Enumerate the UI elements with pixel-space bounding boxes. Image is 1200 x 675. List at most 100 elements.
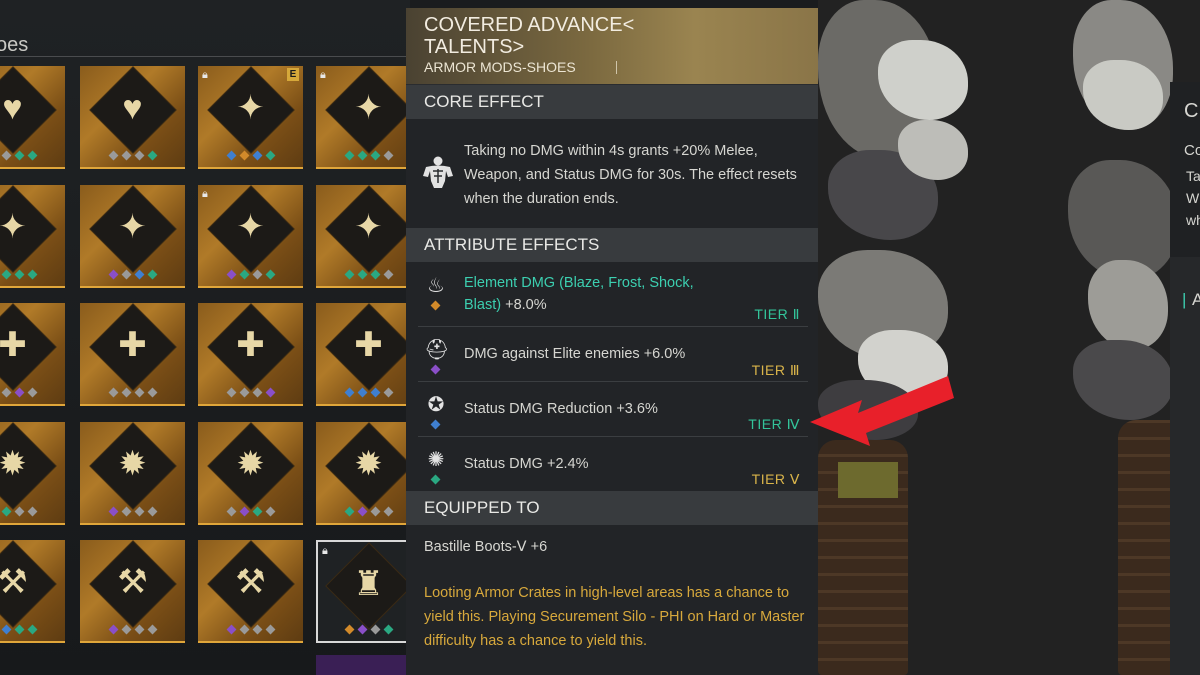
mod-tile[interactable]: ✹ bbox=[80, 422, 185, 525]
next-row-tile-peek[interactable] bbox=[316, 655, 410, 675]
mod-tile[interactable]: ✹ bbox=[0, 422, 65, 525]
equipped-to-value[interactable]: Bastille Boots-Ⅴ +6 bbox=[424, 539, 547, 555]
mod-emblem-icon: ♥ bbox=[2, 89, 23, 127]
gem-slot-icon bbox=[27, 387, 37, 398]
gem-slot-icon bbox=[252, 624, 262, 635]
lock-icon: 🔒︎ bbox=[322, 544, 328, 557]
gem-slots bbox=[316, 150, 410, 162]
gem-slot-icon bbox=[252, 506, 262, 517]
equipped-to-heading: EQUIPPED TO bbox=[406, 491, 818, 525]
gem-slot-icon bbox=[27, 150, 37, 161]
mod-tile[interactable]: ⚒ bbox=[0, 540, 65, 643]
attribute-text: Element DMG (Blaze, Frost, Shock, Blast)… bbox=[464, 275, 694, 313]
compare-section: A bbox=[1192, 290, 1200, 309]
gem-slot-icon bbox=[383, 506, 393, 517]
gem-slot-icon bbox=[108, 269, 118, 280]
mod-emblem-icon: ✦ bbox=[236, 89, 265, 127]
mod-emblem-icon: ✚ bbox=[354, 326, 383, 364]
gem-slot-icon bbox=[370, 387, 380, 398]
gem-slot-icon bbox=[1, 269, 11, 280]
gem-slot-icon bbox=[226, 506, 236, 517]
gem-slot-icon bbox=[357, 269, 367, 280]
gem-slot-icon bbox=[344, 624, 354, 635]
gem-slot-icon bbox=[344, 150, 354, 161]
gem-slot-icon bbox=[265, 387, 275, 398]
attribute-text: Status DMG +2.4% bbox=[464, 456, 589, 472]
gem-slot-icon bbox=[239, 624, 249, 635]
mod-tile[interactable]: ✦ bbox=[0, 185, 65, 288]
gem-slots bbox=[80, 269, 185, 281]
mod-emblem-icon: ✦ bbox=[354, 89, 383, 127]
mod-emblem-icon: ✚ bbox=[118, 326, 147, 364]
gem-slot-icon bbox=[121, 506, 131, 517]
lock-icon: 🔒︎ bbox=[202, 187, 208, 200]
gem-slots bbox=[0, 506, 65, 518]
mod-emblem-icon: ✚ bbox=[236, 326, 265, 364]
gem-slots bbox=[198, 269, 303, 281]
mod-tile[interactable]: ✦ bbox=[80, 185, 185, 288]
lock-icon: 🔒︎ bbox=[202, 68, 208, 81]
mod-emblem-icon: ✦ bbox=[236, 208, 265, 246]
row-divider bbox=[418, 381, 808, 382]
gem-slot-icon bbox=[147, 150, 157, 161]
mod-tile[interactable]: ♥ bbox=[80, 66, 185, 169]
mod-tile[interactable]: ✦ 🔒︎ bbox=[198, 185, 303, 288]
gem-slot-icon bbox=[383, 387, 393, 398]
compare-section-marker: | bbox=[1182, 290, 1187, 309]
gem-slot-icon bbox=[265, 506, 275, 517]
gem-slot-icon bbox=[108, 506, 118, 517]
mod-emblem-icon: ✹ bbox=[354, 445, 383, 483]
mod-tile[interactable]: ♜ 🔒︎ bbox=[316, 540, 410, 643]
mod-tile[interactable]: ✚ bbox=[316, 303, 410, 406]
gem-slots bbox=[0, 387, 65, 399]
grid-divider bbox=[0, 56, 410, 57]
gem-slot-icon bbox=[252, 387, 262, 398]
tier-label: TIER Ⅲ bbox=[751, 362, 800, 378]
gem-slot-icon bbox=[14, 624, 24, 635]
gem-slots bbox=[198, 150, 303, 162]
gem-slot-icon bbox=[134, 506, 144, 517]
gem-slot-icon bbox=[344, 269, 354, 280]
gem-slots bbox=[0, 269, 65, 281]
mod-tile[interactable]: ⚒ bbox=[198, 540, 303, 643]
gem-slot-icon bbox=[357, 506, 367, 517]
gem-slot-icon bbox=[344, 506, 354, 517]
gem-slot-icon bbox=[147, 506, 157, 517]
status-shield-icon: ✪ bbox=[427, 394, 445, 416]
gem-slot-icon bbox=[357, 387, 367, 398]
gem-slot-icon bbox=[1, 387, 11, 398]
inventory-grid: ♥ ♥ ✦ 🔒︎ E ✦ 🔒︎ ✦ ✦ ✦ 🔒︎ ✦ ✚ ✚ ✚ ✚ ✹ ✹ ✹ ✹ ⚒ ⚒ ⚒ ♜ 🔒︎ bbox=[0, 0, 410, 675]
gem-slot-icon bbox=[370, 269, 380, 280]
gem-slot-icon bbox=[27, 506, 37, 517]
gem-slot-icon bbox=[226, 269, 236, 280]
mod-tile[interactable]: ✦ 🔒︎ E bbox=[198, 66, 303, 169]
gem-slot-icon bbox=[14, 269, 24, 280]
gem-slots bbox=[80, 506, 185, 518]
status-burst-icon: ✺ bbox=[427, 449, 445, 471]
mod-tile[interactable]: ✦ bbox=[316, 185, 410, 288]
gem-slot-icon bbox=[121, 387, 131, 398]
gem-slot-icon bbox=[134, 624, 144, 635]
gem-slot-icon bbox=[121, 269, 131, 280]
gem-slot-icon bbox=[252, 269, 262, 280]
mod-tile[interactable]: ✦ 🔒︎ bbox=[316, 66, 410, 169]
core-effect-text: Taking no DMG within 4s grants +20% Mele… bbox=[464, 143, 797, 207]
mod-tile[interactable]: ✹ bbox=[316, 422, 410, 525]
core-effect-heading: CORE EFFECT bbox=[406, 85, 818, 119]
mod-tile[interactable]: ✚ bbox=[0, 303, 65, 406]
mod-emblem-icon: ♥ bbox=[122, 89, 143, 127]
text-caret bbox=[616, 61, 617, 74]
gem-slot-icon bbox=[1, 506, 11, 517]
gem-slot-icon bbox=[14, 387, 24, 398]
gem-slot-icon bbox=[239, 506, 249, 517]
tier-label: TIER Ⅳ bbox=[748, 416, 800, 432]
tier-label: TIER Ⅴ bbox=[751, 471, 800, 487]
mod-tile[interactable]: ✚ bbox=[80, 303, 185, 406]
mod-tile[interactable]: ♥ bbox=[0, 66, 65, 169]
row-divider bbox=[418, 326, 808, 327]
mod-tile[interactable]: ✹ bbox=[198, 422, 303, 525]
attribute-text: DMG against Elite enemies +6.0% bbox=[464, 346, 686, 362]
mod-tile[interactable]: ✚ bbox=[198, 303, 303, 406]
row-divider bbox=[418, 436, 808, 437]
mod-tile[interactable]: ⚒ bbox=[80, 540, 185, 643]
